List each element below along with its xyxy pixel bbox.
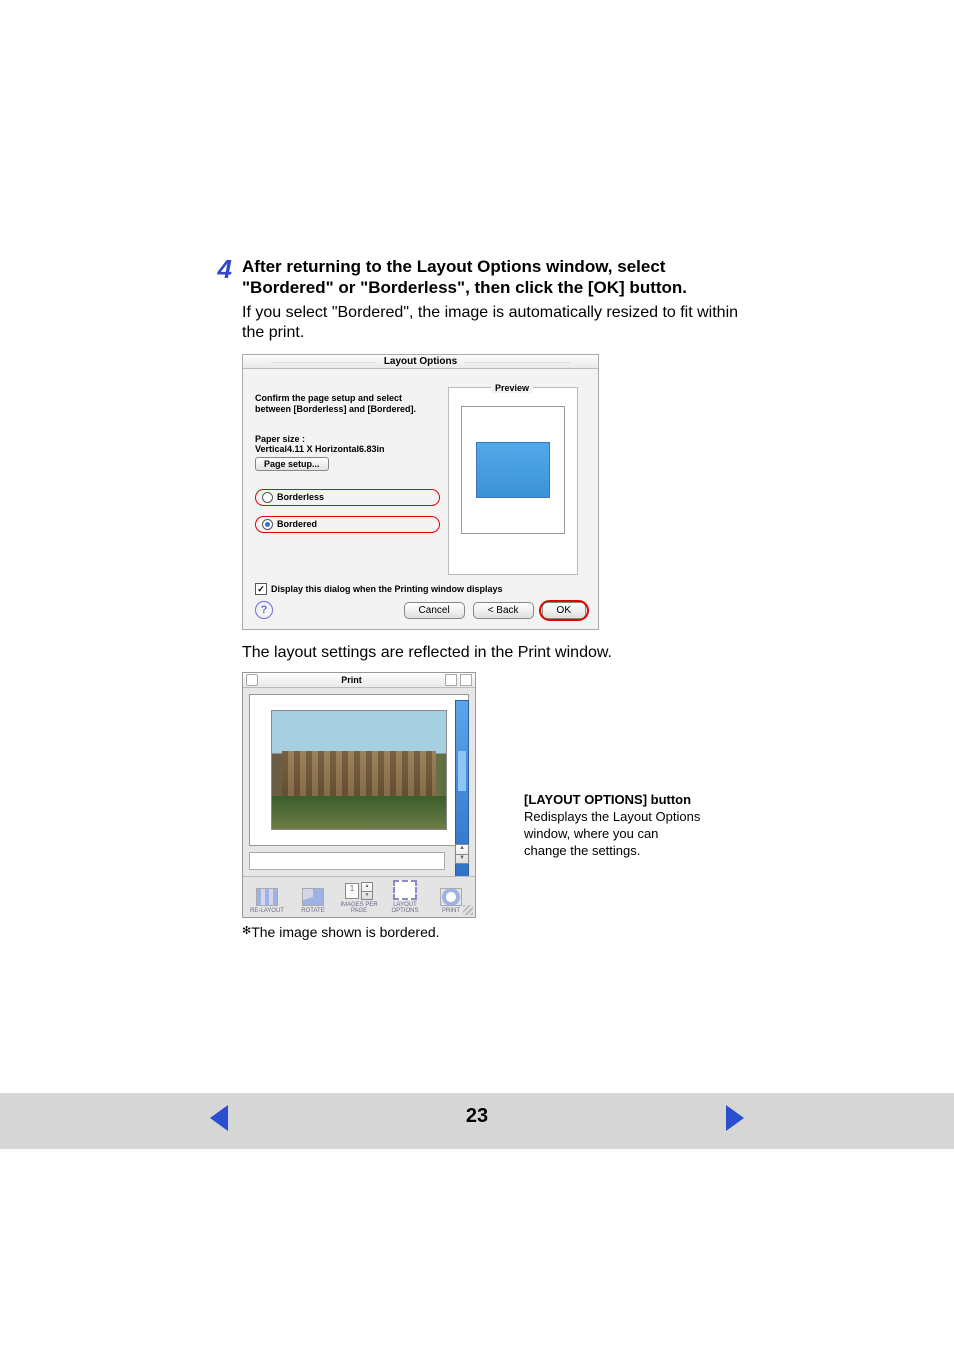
resize-grip-icon[interactable] [463,905,473,915]
relayout-label: RE-LAYOUT [250,908,284,914]
display-dialog-label: Display this dialog when the Printing wi… [271,584,503,594]
reflected-text: The layout settings are reflected in the… [242,644,760,662]
radio-borderless[interactable]: Borderless [255,489,440,506]
print-toolbar: RE-LAYOUT ROTATE 1 [243,876,475,917]
print-window: Print [242,672,476,918]
help-button[interactable]: ? [255,601,273,619]
window-control-icon[interactable] [246,674,258,686]
caption-input[interactable] [249,852,445,870]
radio-dot-selected-icon [262,519,273,530]
print-preview-area [249,694,469,846]
radio-dot-icon [262,492,273,503]
page-setup-button[interactable]: Page setup... [255,457,329,471]
callout-title: [LAYOUT OPTIONS] button [524,792,704,809]
rotate-icon [302,888,324,906]
caption-stepper[interactable]: ▲ ▼ [455,844,469,864]
layout-options-window: Layout Options Confirm the page setup an… [242,354,599,630]
step-description: If you select "Bordered", the image is a… [242,303,760,345]
preview-box: Preview [448,387,578,575]
images-per-page-label: IMAGES PER PAGE [337,902,381,914]
page-number: 23 [0,1105,954,1128]
paper-size-label: Paper size : [255,434,440,444]
preview-legend: Preview [491,383,533,393]
preview-image [476,442,550,498]
display-dialog-checkbox[interactable]: ✓ Display this dialog when the Printing … [255,583,586,595]
rotate-label: ROTATE [301,908,324,914]
radio-bordered-label: Bordered [277,519,317,529]
page-footer-nav: 23 [0,1093,954,1149]
radio-borderless-label: Borderless [277,492,324,502]
relayout-button[interactable]: RE-LAYOUT [245,888,289,914]
images-per-page-stepper[interactable]: ▲ ▼ [361,882,373,900]
scrollbar-thumb[interactable] [458,751,466,791]
step-content: 4 After returning to the Layout Options … [200,256,760,940]
radio-bordered[interactable]: Bordered [255,516,440,533]
window-minimize-icon[interactable] [460,674,472,686]
print-window-titlebar: Print [243,673,475,688]
footnote: ✻The image shown is bordered. [242,924,476,940]
relayout-icon [256,888,278,906]
layout-options-icon [393,880,417,900]
window-title: Layout Options [376,356,465,367]
layout-options-callout: [LAYOUT OPTIONS] button Redisplays the L… [524,792,704,860]
confirm-text-line1: Confirm the page setup and select [255,393,440,404]
callout-body: Redisplays the Layout Options window, wh… [524,809,704,860]
border-radio-group: Borderless Bordered [255,489,440,533]
checkbox-icon: ✓ [255,583,267,595]
layout-options-label: LAYOUT OPTIONS [383,902,427,914]
chevron-down-icon: ▼ [362,891,372,900]
next-page-arrow-icon[interactable] [726,1105,744,1131]
ok-button[interactable]: OK [542,602,586,619]
images-per-page-control[interactable]: 1 ▲ ▼ IMAGES PER PAGE [337,882,381,914]
rotate-button[interactable]: ROTATE [291,888,335,914]
paper-size-value: Vertical4.11 X Horizontal6.83in [255,444,440,454]
layout-options-button[interactable]: LAYOUT OPTIONS [383,880,427,914]
window-resize-icon[interactable] [445,674,457,686]
print-window-title: Print [335,675,368,685]
print-label: PRINT [442,908,460,914]
step-row: 4 After returning to the Layout Options … [200,256,760,940]
chevron-up-icon: ▲ [456,845,468,854]
print-icon [440,888,462,906]
step-title: After returning to the Layout Options wi… [242,256,760,299]
images-per-page-value[interactable]: 1 [345,883,359,899]
window-titlebar: Layout Options [243,355,598,369]
chevron-up-icon: ▲ [362,883,372,891]
confirm-text-line2: between [Borderless] and [Bordered]. [255,404,440,415]
print-preview-photo [271,710,447,830]
cancel-button[interactable]: Cancel [404,602,465,619]
asterisk-icon: ✻ [242,925,251,937]
ok-highlight [539,600,589,621]
chevron-down-icon: ▼ [456,854,468,864]
print-window-column: Print [242,672,476,940]
back-button[interactable]: < Back [473,602,534,619]
step-number: 4 [200,256,232,282]
preview-paper [461,406,565,534]
document-page: 4 After returning to the Layout Options … [0,0,954,1351]
step-body: After returning to the Layout Options wi… [242,256,760,940]
footnote-text: The image shown is bordered. [251,924,439,940]
